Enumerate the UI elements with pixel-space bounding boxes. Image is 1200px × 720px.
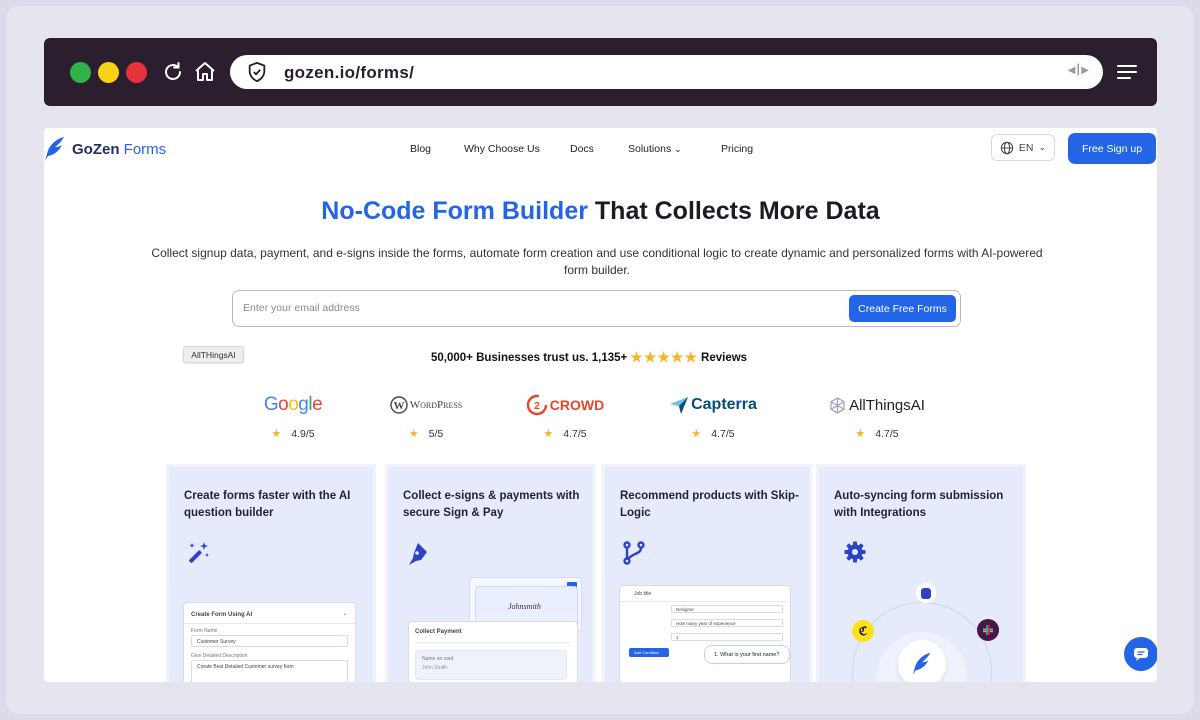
email-signup-form: Enter your email address Create Free For…: [232, 290, 961, 327]
hero-subtitle: Collect signup data, payment, and e-sign…: [151, 246, 1043, 277]
feature-card-sign-pay[interactable]: Collect e-signs & payments with secure S…: [385, 464, 595, 682]
media-arrows-icon: ◀┃▶: [1067, 65, 1089, 76]
chat-widget-button[interactable]: [1124, 637, 1157, 671]
review-rating: 4.7/5: [563, 427, 587, 440]
svg-text:W: W: [393, 400, 404, 412]
slack-integration-icon: [977, 619, 999, 641]
review-rating: 4.7/5: [711, 427, 735, 440]
feature-title: Recommend products with Skip-Logic: [620, 490, 799, 519]
window-maximize-button[interactable]: [70, 62, 91, 83]
gozen-hub-icon: [898, 640, 946, 682]
capterra-logo: Capterra: [643, 394, 783, 416]
feature-title: Create forms faster with the AI question…: [184, 490, 351, 519]
feature-title: Auto-syncing form submission with Integr…: [834, 490, 1004, 519]
nav-pricing[interactable]: Pricing: [721, 143, 753, 155]
feather-icon: [45, 137, 64, 161]
url-text: gozen.io/forms/: [284, 63, 415, 82]
logo-wordmark: GoZen Forms: [72, 140, 167, 158]
google-logo: Google: [263, 394, 323, 415]
ai-form-mockup: Create Form Using AI ⌄ Form Name Custome…: [183, 602, 356, 682]
chat-icon: [1134, 648, 1148, 661]
review-rating: 5/5: [428, 427, 444, 440]
gear-icon: [843, 540, 867, 569]
wordpress-logo: W WordPress: [356, 394, 496, 416]
shield-icon: [246, 61, 268, 88]
globe-icon: [1000, 141, 1014, 154]
feature-card-ai-builder[interactable]: Create forms faster with the AI question…: [166, 464, 376, 682]
email-input[interactable]: Enter your email address: [243, 302, 360, 314]
review-capterra[interactable]: Capterra ★ 4.7/5: [643, 394, 783, 440]
allthingsai-logo: AllThingsAI: [807, 394, 947, 416]
star-icon: ★: [691, 428, 702, 440]
pen-icon: [404, 540, 430, 571]
capterra-icon: [670, 397, 689, 414]
star-icon: ★: [855, 428, 866, 440]
browser-toolbar: gozen.io/forms/ ◀┃▶: [44, 38, 1157, 106]
nav-why-choose-us[interactable]: Why Choose Us: [464, 143, 540, 155]
home-icon[interactable]: [193, 60, 217, 84]
window-minimize-button[interactable]: [98, 62, 119, 83]
nav-docs[interactable]: Docs: [570, 143, 594, 155]
logic-mockup: Job title Designer How many year of expe…: [619, 585, 791, 682]
review-rating: 4.9/5: [291, 427, 315, 440]
trust-line: 50,000+ Businesses trust us. 1,135+ ★★★★…: [431, 349, 747, 366]
database-integration-icon: [916, 583, 936, 603]
branch-icon: [621, 540, 647, 571]
free-signup-button[interactable]: Free Sign up: [1068, 133, 1156, 164]
g2-crowd-logo: 2 CROWD: [495, 394, 635, 416]
hamburger-menu-icon[interactable]: [1116, 62, 1138, 87]
language-label: EN: [1018, 141, 1034, 154]
chevron-down-icon: ⌄: [1038, 142, 1047, 152]
hexagon-icon: [830, 396, 845, 414]
nav-solutions-label: Solutions: [628, 143, 672, 155]
mailchimp-integration-icon: ℭ: [852, 620, 874, 642]
feature-card-integrations[interactable]: Auto-syncing form submission with Integr…: [816, 464, 1026, 682]
nav-solutions[interactable]: Solutions ⌄: [628, 143, 682, 155]
star-icon: ★: [543, 428, 554, 440]
nav-blog[interactable]: Blog: [410, 143, 431, 155]
review-google[interactable]: Google ★ 4.9/5: [223, 394, 363, 440]
star-rating-icon: ★★★★★: [630, 349, 699, 365]
review-g2-crowd[interactable]: 2 CROWD ★ 4.7/5: [495, 394, 635, 440]
feature-card-skip-logic[interactable]: Recommend products with Skip-Logic Job t…: [602, 464, 812, 682]
site-logo[interactable]: GoZen Forms: [44, 136, 166, 162]
address-bar[interactable]: gozen.io/forms/ ◀┃▶: [230, 55, 1103, 89]
review-wordpress[interactable]: W WordPress ★ 5/5: [356, 394, 496, 440]
wordpress-icon: W: [390, 396, 408, 414]
web-page: GoZen Forms Blog Why Choose Us Docs Solu…: [44, 128, 1157, 682]
star-icon: ★: [271, 428, 282, 440]
create-free-forms-button[interactable]: Create Free Forms: [849, 295, 956, 322]
payment-mockup: Collect Payment Name on card John Smith: [408, 621, 578, 682]
window-close-button[interactable]: [126, 62, 147, 83]
trust-text: 50,000+ Businesses trust us. 1,135+: [431, 351, 628, 364]
g2-icon: 2: [526, 394, 547, 416]
reload-icon[interactable]: [161, 60, 185, 84]
review-allthingsai[interactable]: AllThingsAI ★ 4.7/5: [807, 394, 947, 440]
svg-text:2: 2: [534, 401, 540, 412]
hero-title: No-Code Form Builder That Collects More …: [321, 197, 880, 225]
star-icon: ★: [408, 428, 419, 440]
reviews-label: Reviews: [701, 351, 748, 364]
feature-title: Collect e-signs & payments with secure S…: [403, 490, 580, 519]
language-selector[interactable]: EN ⌄: [991, 134, 1055, 161]
chevron-down-icon: ⌄: [674, 144, 682, 154]
review-rating: 4.7/5: [875, 427, 899, 440]
magic-wand-icon: [185, 540, 211, 571]
allthingsai-tag: AllTHingsAI: [183, 346, 244, 363]
